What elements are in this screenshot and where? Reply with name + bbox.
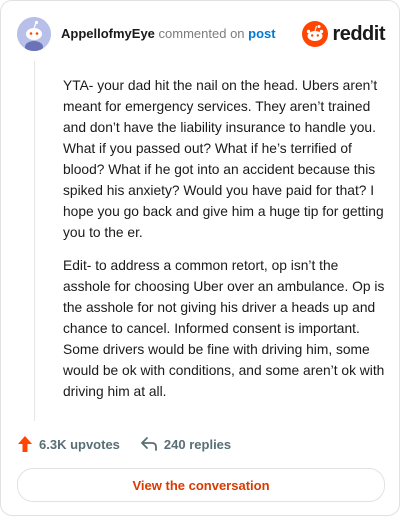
avatar[interactable] — [17, 17, 51, 51]
upvote-count: 6.3K upvotes — [39, 436, 120, 452]
view-conversation-button[interactable]: View the conversation — [17, 468, 385, 502]
comment-paragraph: YTA- your dad hit the nail on the head. … — [63, 78, 384, 240]
reddit-brand[interactable]: reddit — [302, 20, 385, 48]
comment-header: AppellofmyEye commented on post reddit — [17, 17, 385, 51]
brand-wordmark: reddit — [332, 22, 385, 45]
post-link[interactable]: post — [248, 26, 275, 41]
reply-arrow-icon — [141, 437, 157, 451]
reply-button[interactable]: 240 replies — [140, 436, 231, 452]
comment-paragraph: Edit- to address a common retort, op isn… — [63, 258, 385, 399]
username-link[interactable]: AppellofmyEye — [61, 26, 155, 41]
comment-body: YTA- your dad hit the nail on the head. … — [63, 75, 385, 414]
comment-meta: AppellofmyEye commented on post — [61, 26, 276, 41]
comment-card: AppellofmyEye commented on post reddit Y… — [0, 0, 400, 516]
upvote-arrow-icon — [18, 436, 32, 452]
comment-actions: 6.3K upvotes 240 replies — [17, 432, 377, 456]
upvote-button[interactable]: 6.3K upvotes — [17, 435, 120, 453]
thread-line — [34, 61, 35, 421]
reply-count: 240 replies — [163, 436, 232, 452]
view-conversation-label: View the conversation — [132, 477, 270, 493]
snoo-avatar-icon — [17, 17, 51, 51]
action-text: commented on — [158, 26, 245, 41]
reddit-logo-icon — [302, 21, 329, 47]
